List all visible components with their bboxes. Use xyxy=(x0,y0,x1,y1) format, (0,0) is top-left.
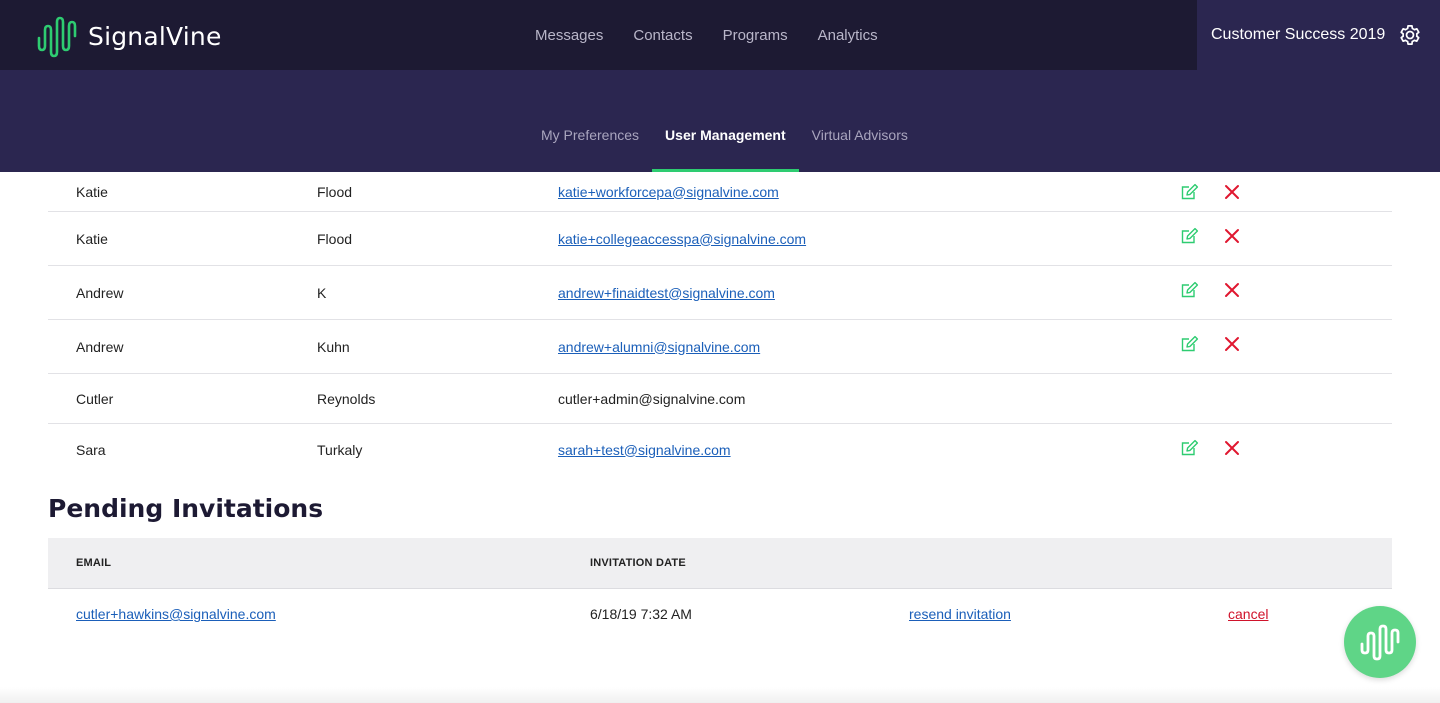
gear-icon[interactable] xyxy=(1397,22,1423,48)
settings-subnav-bar: My Preferences User Management Virtual A… xyxy=(0,70,1440,172)
page-bottom-edge xyxy=(0,687,1440,703)
first-name: Katie xyxy=(76,183,108,200)
email-link[interactable]: katie+collegeaccesspa@signalvine.com xyxy=(558,231,806,247)
edit-pencil-icon[interactable] xyxy=(1180,182,1200,202)
first-name: Sara xyxy=(76,441,106,458)
table-row: Andrew Kuhn andrew+alumni@signalvine.com xyxy=(48,320,1392,374)
email-link[interactable]: sarah+test@signalvine.com xyxy=(558,442,731,458)
invitation-date: 6/18/19 7:32 AM xyxy=(590,606,692,622)
nav-contacts[interactable]: Contacts xyxy=(633,27,692,44)
tab-virtual-advisors[interactable]: Virtual Advisors xyxy=(799,70,921,172)
email-text: cutler+admin@signalvine.com xyxy=(558,390,746,407)
row-actions xyxy=(1180,182,1240,202)
signal-wave-icon xyxy=(1360,624,1400,661)
table-row: cutler+hawkins@signalvine.com 6/18/19 7:… xyxy=(48,589,1392,639)
table-header: EMAIL INVITATION DATE xyxy=(48,538,1392,589)
close-x-icon[interactable] xyxy=(1224,282,1240,298)
first-name: Andrew xyxy=(76,284,124,301)
edit-pencil-icon[interactable] xyxy=(1180,438,1200,458)
cancel-invitation-link[interactable]: cancel xyxy=(1228,606,1268,622)
close-x-icon[interactable] xyxy=(1224,228,1240,244)
first-name: Cutler xyxy=(76,390,114,407)
first-name: Andrew xyxy=(76,338,124,355)
table-row: Cutler Reynolds cutler+admin@signalvine.… xyxy=(48,374,1392,424)
signal-wave-icon xyxy=(37,16,77,58)
table-row: Katie Flood katie+collegeaccesspa@signal… xyxy=(48,212,1392,266)
tab-user-management[interactable]: User Management xyxy=(652,70,799,172)
tab-my-preferences[interactable]: My Preferences xyxy=(528,70,652,172)
row-actions xyxy=(1180,438,1240,458)
email-link[interactable]: andrew+alumni@signalvine.com xyxy=(558,339,760,355)
nav-messages[interactable]: Messages xyxy=(535,27,603,44)
last-name: K xyxy=(317,284,327,301)
column-header-invitation-date: INVITATION DATE xyxy=(590,557,686,569)
last-name: Kuhn xyxy=(317,338,350,355)
row-actions xyxy=(1180,334,1240,354)
main-nav: Messages Contacts Programs Analytics xyxy=(535,0,908,70)
pending-invitations-heading: Pending Invitations xyxy=(48,494,324,523)
column-header-email: EMAIL xyxy=(76,557,112,569)
pending-invitations-table: EMAIL INVITATION DATE cutler+hawkins@sig… xyxy=(48,538,1392,639)
table-row: Andrew K andrew+finaidtest@signalvine.co… xyxy=(48,266,1392,320)
brand-name: SignalVine xyxy=(88,21,222,51)
nav-analytics[interactable]: Analytics xyxy=(818,27,878,44)
brand-logo[interactable]: SignalVine xyxy=(36,14,222,58)
table-row: Sara Turkaly sarah+test@signalvine.com xyxy=(48,424,1392,475)
close-x-icon[interactable] xyxy=(1224,440,1240,456)
org-switcher[interactable]: Customer Success 2019 xyxy=(1197,0,1440,70)
row-actions xyxy=(1180,280,1240,300)
email-link[interactable]: katie+workforcepa@signalvine.com xyxy=(558,184,779,200)
resend-invitation-link[interactable]: resend invitation xyxy=(909,606,1011,622)
edit-pencil-icon[interactable] xyxy=(1180,226,1200,246)
close-x-icon[interactable] xyxy=(1224,336,1240,352)
email-link[interactable]: andrew+finaidtest@signalvine.com xyxy=(558,285,775,301)
first-name: Katie xyxy=(76,230,108,247)
edit-pencil-icon[interactable] xyxy=(1180,334,1200,354)
chat-launcher-button[interactable] xyxy=(1344,606,1416,678)
row-actions xyxy=(1180,226,1240,246)
settings-tabs: My Preferences User Management Virtual A… xyxy=(528,70,921,172)
org-name: Customer Success 2019 xyxy=(1211,26,1386,43)
close-x-icon[interactable] xyxy=(1224,184,1240,200)
last-name: Flood xyxy=(317,230,353,247)
nav-programs[interactable]: Programs xyxy=(723,27,788,44)
edit-pencil-icon[interactable] xyxy=(1180,280,1200,300)
top-navigation-bar: SignalVine Messages Contacts Programs An… xyxy=(0,0,1440,70)
table-row: Katie Flood katie+workforcepa@signalvine… xyxy=(48,172,1392,212)
last-name: Flood xyxy=(317,183,353,200)
last-name: Turkaly xyxy=(317,441,363,458)
users-table: Katie Flood katie+workforcepa@signalvine… xyxy=(48,172,1392,475)
last-name: Reynolds xyxy=(317,390,376,407)
invite-email-link[interactable]: cutler+hawkins@signalvine.com xyxy=(76,606,276,622)
